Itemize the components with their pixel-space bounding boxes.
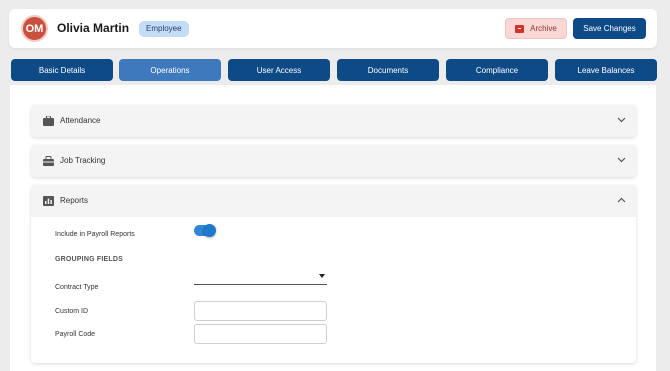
archive-button[interactable]: Archive	[505, 18, 567, 39]
avatar[interactable]: OM	[21, 15, 48, 42]
chevron-down-icon	[617, 157, 626, 163]
tab-compliance[interactable]: Compliance	[446, 59, 548, 81]
section-title: Reports	[60, 196, 89, 205]
chevron-down-icon	[617, 117, 626, 123]
bar-chart-icon	[43, 196, 54, 206]
archive-icon	[515, 24, 525, 33]
save-changes-button[interactable]: Save Changes	[573, 18, 646, 39]
section-title: Job Tracking	[60, 156, 106, 165]
user-name: Olivia Martin	[57, 21, 130, 35]
chevron-up-icon	[617, 197, 626, 203]
tab-leave-balances[interactable]: Leave Balances	[555, 59, 657, 81]
tab-basic-details[interactable]: Basic Details	[11, 59, 113, 81]
tab-user-access[interactable]: User Access	[228, 59, 330, 81]
section-attendance-header[interactable]: Attendance	[31, 105, 636, 137]
section-job-tracking: Job Tracking	[31, 145, 636, 177]
briefcase-icon	[43, 116, 54, 126]
contract-type-select[interactable]	[194, 270, 327, 285]
section-job-tracking-header[interactable]: Job Tracking	[31, 145, 636, 177]
contract-type-label: Contract Type	[55, 284, 99, 291]
toolbox-icon	[43, 156, 54, 166]
archive-button-label: Archive	[530, 24, 557, 33]
section-title: Attendance	[60, 116, 101, 125]
section-reports: Reports Include in Payroll Reports GROUP…	[31, 185, 636, 363]
profile-header: OM Olivia Martin Employee Archive Save C…	[9, 9, 657, 48]
tab-documents[interactable]: Documents	[337, 59, 439, 81]
payroll-code-input[interactable]	[194, 324, 327, 344]
toggle-knob	[203, 224, 216, 237]
include-payroll-label: Include in Payroll Reports	[55, 231, 135, 238]
caret-down-icon	[319, 274, 325, 278]
include-payroll-toggle[interactable]	[194, 224, 216, 237]
main-panel: Attendance Job Tracking Reports Include …	[10, 85, 656, 371]
section-attendance: Attendance	[31, 105, 636, 137]
section-reports-header[interactable]: Reports	[31, 185, 636, 217]
role-badge: Employee	[139, 21, 189, 37]
custom-id-label: Custom ID	[55, 308, 89, 315]
custom-id-input[interactable]	[194, 301, 327, 321]
payroll-code-label: Payroll Code	[55, 331, 96, 338]
section-reports-body: Include in Payroll Reports GROUPING FIEL…	[31, 217, 636, 363]
tab-operations[interactable]: Operations	[119, 59, 221, 81]
grouping-fields-title: GROUPING FIELDS	[55, 256, 123, 263]
